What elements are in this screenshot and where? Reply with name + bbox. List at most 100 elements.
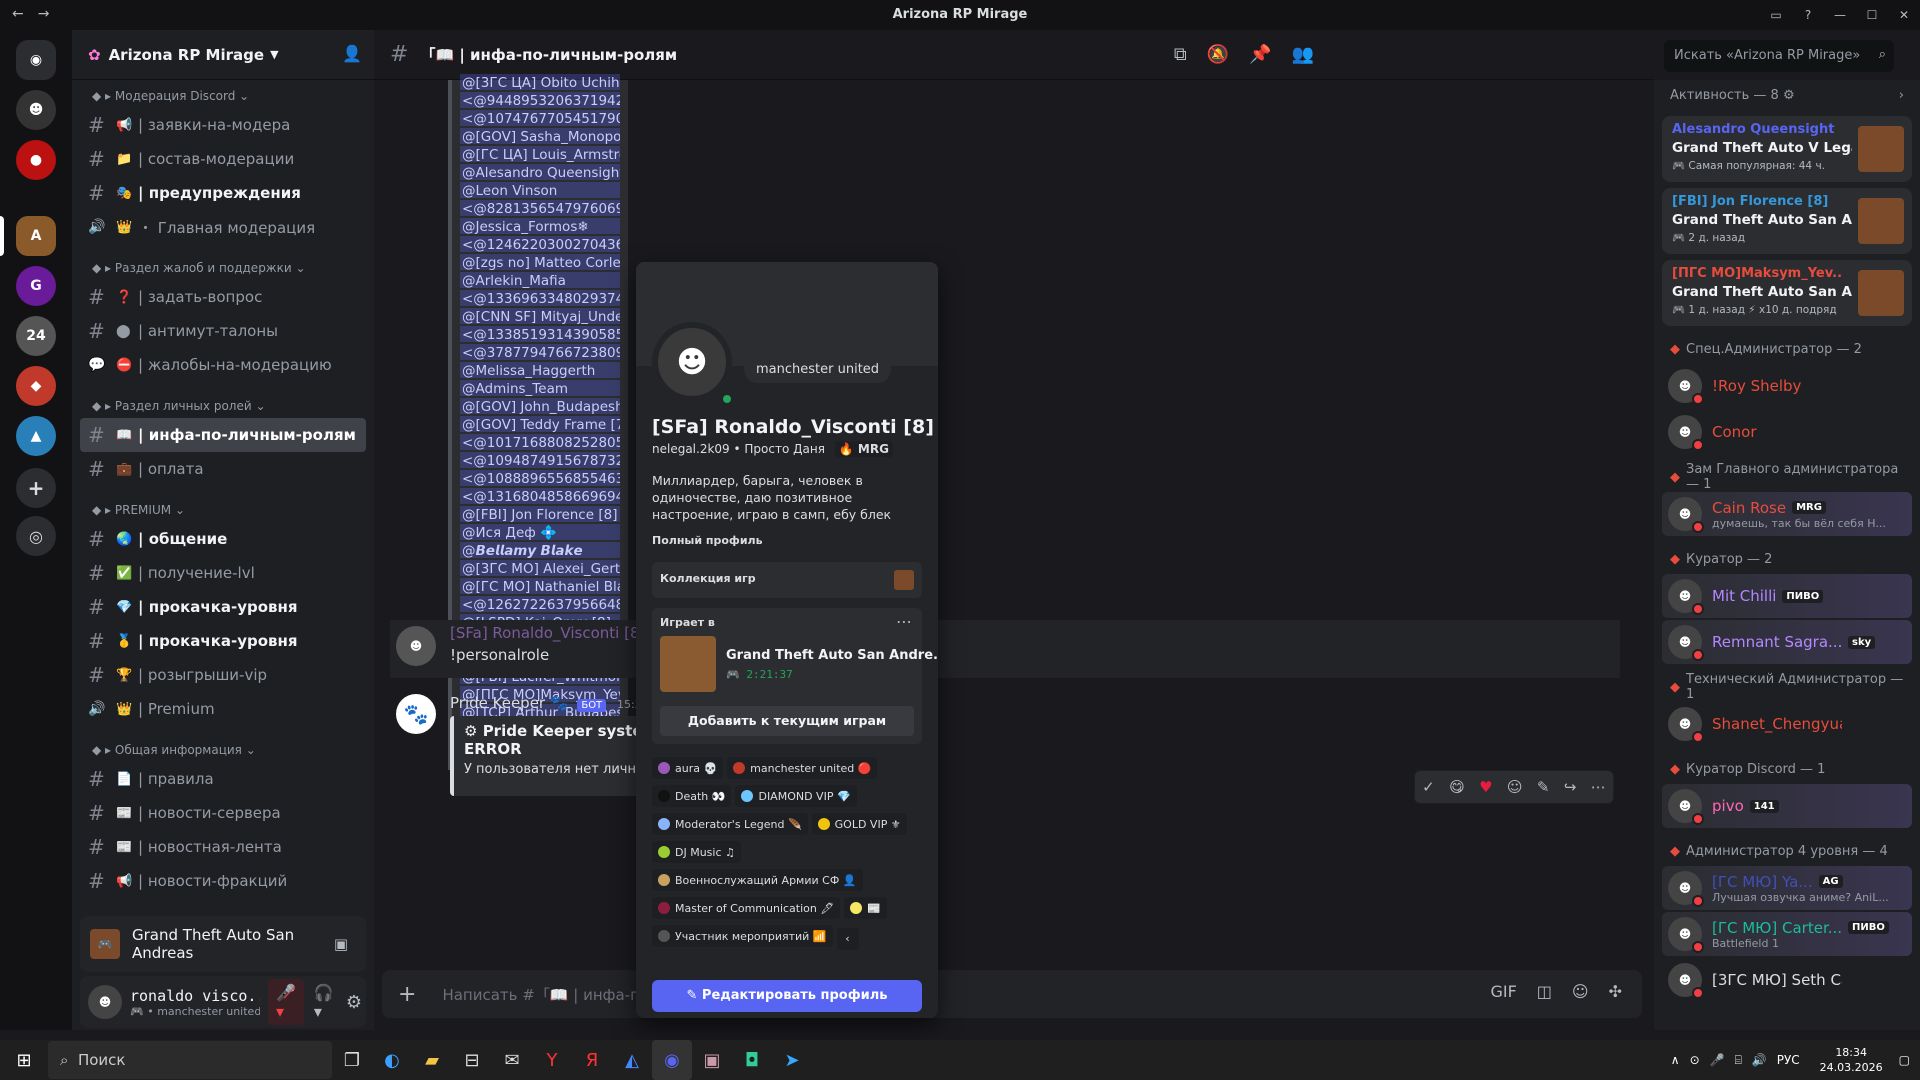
member-item[interactable]: ☻ Shanet_Chengyuan xyxy=(1662,702,1912,746)
user-mention[interactable]: <@1262722637956648990> xyxy=(460,596,620,612)
user-mention[interactable]: <@1246220300270436432> xyxy=(460,236,620,252)
profile-avatar[interactable]: ☻ xyxy=(652,322,732,402)
server-icon[interactable]: ▲ xyxy=(16,416,56,456)
tray-icon[interactable]: ⊙ xyxy=(1690,1053,1700,1067)
user-mention[interactable]: <@1338519314390585364> xyxy=(460,326,620,342)
language-indicator[interactable]: РУС xyxy=(1777,1053,1800,1067)
role-chip[interactable]: DJ Music ♫ xyxy=(652,841,741,863)
category-header[interactable]: ◆ ▸ Раздел личных ролей ⌄ xyxy=(72,394,374,418)
category-header[interactable]: ◆ ▸ Раздел жалоб и поддержки ⌄ xyxy=(72,256,374,280)
games-collection[interactable]: Коллекция игр xyxy=(652,562,922,598)
channel-item[interactable]: # 🥇 | прокачка-уровня xyxy=(80,624,366,658)
member-item[interactable]: ☻ Conor xyxy=(1662,410,1912,454)
user-mention[interactable]: <@1316804858669694996> xyxy=(460,488,620,504)
yandex-browser-icon[interactable]: Y xyxy=(532,1040,572,1080)
message-composer[interactable]: + Написать #「📖 | инфа-по- GIF ◫ ☺ ✣ xyxy=(382,970,1642,1018)
user-mention[interactable]: @[ГС ЦА] Louis_Armstrong xyxy=(460,146,620,162)
emoji-icon[interactable]: ☺ xyxy=(1572,982,1589,1001)
bot-author[interactable]: Pride Keeper 🐾 xyxy=(450,694,569,712)
server-icon-arizona[interactable]: A xyxy=(16,216,56,256)
apps-icon[interactable]: ✣ xyxy=(1609,982,1622,1001)
server-icon[interactable]: ☻ xyxy=(16,90,56,130)
add-server-icon[interactable]: + xyxy=(16,468,56,508)
mail-icon[interactable]: ✉ xyxy=(492,1040,532,1080)
member-item[interactable]: ☻ [ГС МЮ] Ya... AG Лучшая озвучка аниме? … xyxy=(1662,866,1912,910)
user-mention[interactable]: <@828135654797606942> xyxy=(460,200,620,216)
more-icon[interactable]: ⋯ xyxy=(1591,778,1606,796)
user-mention[interactable]: @Alesandro Queensight xyxy=(460,164,620,180)
app-icon[interactable]: ◘ xyxy=(732,1040,772,1080)
windows-start-icon[interactable]: ⊞ xyxy=(0,1040,48,1080)
member-item[interactable]: ☻ [ГС МЮ] Carter... ПИВО Battlefield 1 xyxy=(1662,912,1912,956)
user-mention[interactable]: <@1017168808252805212> xyxy=(460,434,620,450)
message-author[interactable]: [SFa] Ronaldo_Visconti [8] xyxy=(450,624,645,642)
role-chip[interactable]: Moderator's Legend 🪶 xyxy=(652,813,808,835)
search-input[interactable]: Искать «Arizona RP Mirage» ⌕ xyxy=(1664,40,1894,72)
microphone-icon[interactable]: 🎤 xyxy=(1710,1053,1725,1067)
user-mention[interactable]: <@1074767705451790397> xyxy=(460,110,620,126)
category-header[interactable]: ◆ ▸ Общая информация ⌄ xyxy=(72,738,374,762)
network-icon[interactable]: ⌸ xyxy=(1735,1053,1742,1068)
channel-item[interactable]: # 💼 | оплата xyxy=(80,452,366,486)
channel-item[interactable]: # ❓ | задать-вопрос xyxy=(80,280,366,314)
role-chip[interactable]: aura 💀 xyxy=(652,757,724,779)
explorer-icon[interactable]: ▰ xyxy=(412,1040,452,1080)
app-icon[interactable]: ▣ xyxy=(692,1040,732,1080)
channel-item[interactable]: # 📢 | заявки-на-модера xyxy=(80,108,366,142)
user-mention[interactable]: <@378779476672380930> xyxy=(460,344,620,360)
headphones-icon[interactable]: 🎧 ▾ xyxy=(314,983,334,1021)
channel-item[interactable]: # 📁 | состав-модерации xyxy=(80,142,366,176)
role-chip[interactable]: GOLD VIP ⚜ xyxy=(811,813,907,835)
paw-avatar-icon[interactable]: 🐾 xyxy=(396,694,436,734)
sticker-icon[interactable]: ◫ xyxy=(1537,982,1552,1001)
channel-item[interactable]: # 💎 | прокачка-уровня xyxy=(80,590,366,624)
edit-profile-button[interactable]: ✎ Редактировать профиль xyxy=(652,980,922,1012)
maximize-icon[interactable]: ☐ xyxy=(1856,0,1888,30)
add-to-games-button[interactable]: Добавить к текущим играм xyxy=(660,706,914,736)
store-icon[interactable]: ⊟ xyxy=(452,1040,492,1080)
channel-item[interactable]: # 📰 | новостная-лента xyxy=(80,830,366,864)
member-item[interactable]: ☻ !Roy Shelby xyxy=(1662,364,1912,408)
notification-mute-icon[interactable]: 🔕 xyxy=(1207,44,1229,65)
user-mention[interactable]: <@1088896556855463956> xyxy=(460,470,620,486)
user-mention[interactable]: @Admins_Team xyxy=(460,380,620,396)
user-mention[interactable]: @[GOV] Sasha_Monopoly [8] xyxy=(460,128,620,144)
user-mention[interactable]: @𝘽𝙚𝙡𝙡𝙖𝙢𝙮 𝘽𝙡𝙖𝙠𝙚 xyxy=(460,542,620,558)
channel-item[interactable]: 🔊 👑 | Premium xyxy=(80,692,366,726)
user-mention[interactable]: @Jessica_Formos❄ xyxy=(460,218,620,234)
members-icon[interactable]: 👥 xyxy=(1292,44,1314,65)
role-chip[interactable]: Master of Communication 🖋 xyxy=(652,897,841,919)
taskbar-search[interactable]: ⌕ Поиск xyxy=(48,1041,332,1079)
user-mention[interactable]: @[FBI] Jon Florence [8] xyxy=(460,506,620,522)
role-chip[interactable]: Участник мероприятий 📶 xyxy=(652,925,833,947)
more-icon[interactable]: ⋯ xyxy=(896,612,912,631)
close-icon[interactable]: ✕ xyxy=(1888,0,1920,30)
user-mention[interactable]: @[zgs no] Matteo Corleone xyxy=(460,254,620,270)
server-icon[interactable]: ◆ xyxy=(16,366,56,406)
avatar[interactable]: ☻ xyxy=(396,626,436,666)
user-mention[interactable]: <@944895320637194282> xyxy=(460,92,620,108)
add-user-icon[interactable]: 👤 xyxy=(342,44,362,63)
threads-icon[interactable]: ⧉ xyxy=(1174,44,1187,65)
telegram-icon[interactable]: ➤ xyxy=(772,1040,812,1080)
message[interactable]: ☻ [SFa] Ronaldo_Visconti [8] !personalro… xyxy=(390,620,1620,678)
member-item[interactable]: ☻ Mit Chilli ПИВО xyxy=(1662,574,1912,618)
activity-bar[interactable]: 🎮 Grand Theft Auto San Andreas ▣ xyxy=(80,916,366,972)
discord-taskbar-icon[interactable]: ◉ xyxy=(652,1040,692,1080)
user-mention[interactable]: @[ГС МО] Nathaniel Blackw xyxy=(460,578,620,594)
gif-icon[interactable]: GIF xyxy=(1490,982,1516,1001)
user-mention[interactable]: <@1094874915678732351> xyxy=(460,452,620,468)
task-view-icon[interactable]: ❐ xyxy=(332,1040,372,1080)
discover-icon[interactable]: ◎ xyxy=(16,516,56,556)
user-mention[interactable]: <@1336963348029374505> xyxy=(460,290,620,306)
user-mention[interactable]: @Leon Vinson xyxy=(460,182,620,198)
volume-icon[interactable]: 🔊 xyxy=(1752,1053,1767,1067)
role-chip[interactable]: Военнослужащий Армии СФ 👤 xyxy=(652,869,863,891)
channel-item[interactable]: # ⬤ | антимут-талоны xyxy=(80,314,366,348)
member-item[interactable]: ☻ Cain Rose MRG думаешь, так бы вёл себя … xyxy=(1662,492,1912,536)
member-item[interactable]: ☻ [3ГС МЮ] Seth Capone xyxy=(1662,958,1912,1002)
activity-card[interactable]: Alesandro Queensight Grand Theft Auto V … xyxy=(1662,116,1912,182)
tray-chevron-icon[interactable]: ∧ xyxy=(1671,1053,1680,1067)
plus-icon[interactable]: + xyxy=(398,982,416,1007)
settings-gear-icon[interactable]: ⚙ xyxy=(346,992,362,1013)
